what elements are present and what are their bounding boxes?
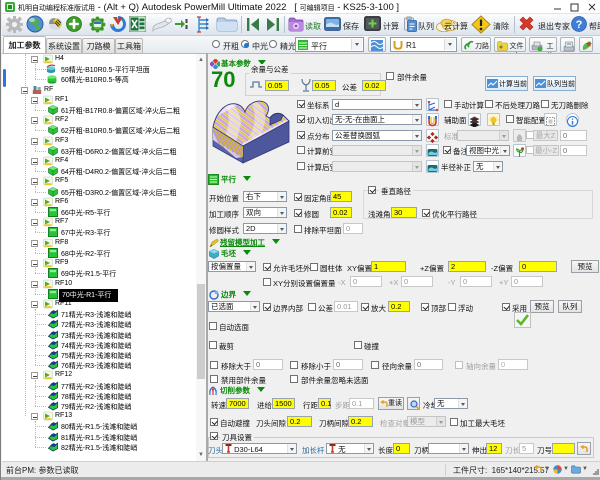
svg-text:?: ? xyxy=(576,19,583,31)
